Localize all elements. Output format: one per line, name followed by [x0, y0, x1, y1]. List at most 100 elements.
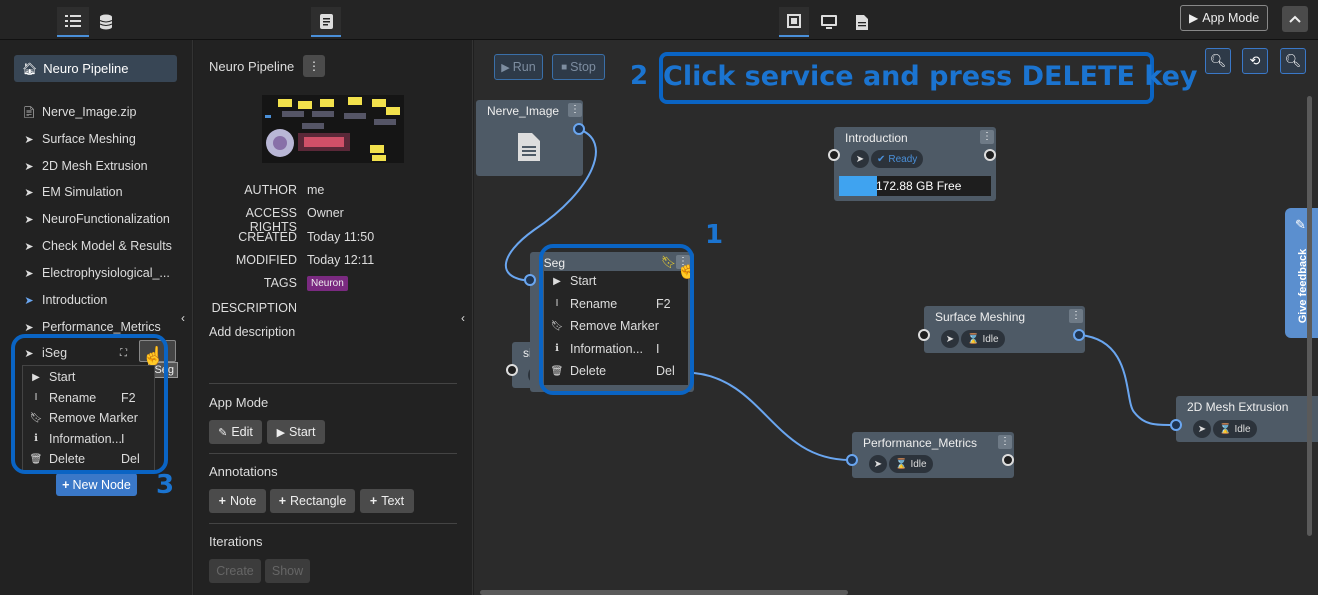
output-port[interactable]: [1073, 329, 1085, 341]
stop-button[interactable]: ■ Stop: [552, 54, 605, 80]
cursor-icon: ➤: [869, 455, 887, 473]
sidebar-item[interactable]: ➤ EM Simulation: [22, 182, 122, 202]
status-chip: ✔ Ready: [871, 150, 924, 168]
edit-label: Edit: [231, 425, 253, 439]
start-app-button[interactable]: ▶ Start: [267, 420, 325, 444]
study-info-tab[interactable]: [311, 7, 341, 37]
cursor-icon: ➤: [24, 294, 34, 307]
node-nerve-image[interactable]: Nerve_Image ⋮: [476, 100, 585, 176]
zoom-in-icon: 🔍︎: [1284, 53, 1302, 68]
database-view-button[interactable]: [92, 7, 120, 37]
give-feedback-tab[interactable]: ✎ Give feedback: [1285, 208, 1318, 338]
rectangle-label: Rectangle: [290, 494, 347, 508]
file-text-icon: [856, 14, 868, 30]
highlight-box-1: [539, 244, 694, 395]
collapse-mid-icon[interactable]: ‹: [461, 311, 465, 325]
output-port[interactable]: [1002, 454, 1014, 466]
app-view-button[interactable]: [814, 7, 844, 37]
node-2d-mesh-extrusion[interactable]: 2D Mesh Extrusion ➤ ⌛ Idle: [1170, 396, 1318, 442]
cursor-icon: ➤: [24, 321, 34, 334]
input-port[interactable]: [918, 329, 930, 341]
sidebar-item-label: NeuroFunctionalization: [42, 212, 170, 226]
app-mode-button[interactable]: ▶ App Mode: [1180, 5, 1269, 31]
output-port[interactable]: [984, 149, 996, 161]
node-menu-button[interactable]: ⋮: [1069, 309, 1083, 323]
vertical-scrollbar[interactable]: [1307, 96, 1312, 536]
sidebar-item[interactable]: ➤ Introduction: [22, 290, 107, 310]
sidebar-item[interactable]: ➤ 2D Mesh Extrusion: [22, 156, 148, 176]
connection-surface-mesh2d: [1079, 334, 1175, 426]
connection-iseg-perf: [693, 372, 851, 461]
input-port[interactable]: [524, 274, 536, 286]
input-port[interactable]: [1170, 419, 1182, 431]
run-button[interactable]: ▶ Run: [494, 54, 543, 80]
node-menu-button[interactable]: ⋮: [568, 103, 582, 117]
new-node-button[interactable]: + New Node: [56, 473, 137, 496]
tags-label: TAGS: [263, 276, 297, 290]
input-port[interactable]: [828, 149, 840, 161]
sidebar-item-label: Performance_Metrics: [42, 320, 161, 334]
cursor-icon: ➤: [24, 213, 34, 226]
zoom-out-button[interactable]: 🔍︎: [1205, 48, 1231, 74]
collapse-button[interactable]: [1282, 6, 1308, 32]
start-label: Start: [289, 425, 316, 439]
zoom-in-button[interactable]: 🔍︎: [1280, 48, 1306, 74]
edit-app-button[interactable]: ✎ Edit: [209, 420, 262, 444]
node-menu-button[interactable]: ⋮: [980, 130, 994, 144]
disk-usage-label: 172.88 GB Free: [876, 179, 962, 193]
node-title: Introduction: [845, 131, 908, 145]
logger-view-button[interactable]: [848, 7, 876, 37]
step-2-label: 2: [630, 61, 649, 91]
created-label: CREATED: [238, 230, 297, 244]
workbench-view-button[interactable]: [779, 7, 809, 37]
edit-icon: ✎: [218, 426, 228, 439]
output-port[interactable]: [573, 123, 585, 135]
sidebar-item[interactable]: ➤ NeuroFunctionalization: [22, 209, 170, 229]
show-iterations-button[interactable]: Show: [265, 559, 310, 583]
add-rectangle-button[interactable]: + Rectangle: [270, 489, 355, 513]
node-performance-metrics[interactable]: Performance_Metrics ⋮ ➤ ⌛ Idle: [846, 432, 1014, 478]
study-thumbnail: [262, 95, 404, 163]
node-title: Nerve_Image: [487, 104, 560, 118]
status-chip: ⌛ Idle: [961, 330, 1005, 348]
status-label: Idle: [1234, 423, 1251, 435]
workbench-canvas[interactable]: ▶ Run ■ Stop 2 Click service and press DEL…: [474, 40, 1318, 595]
create-iterations-button[interactable]: Create: [209, 559, 261, 583]
input-port[interactable]: [506, 364, 518, 376]
modified-value: Today 12:11: [307, 253, 375, 267]
sidebar-item[interactable]: ➤ Surface Meshing: [22, 129, 135, 149]
tag-badge[interactable]: Neuron: [307, 276, 348, 291]
study-root-item[interactable]: 🏠︎ Neuro Pipeline: [14, 55, 177, 82]
sidebar-item-label: 2D Mesh Extrusion: [42, 159, 148, 173]
disk-usage-fill: [839, 176, 877, 196]
collapse-left-icon[interactable]: ‹: [181, 311, 185, 325]
study-root-label: Neuro Pipeline: [43, 61, 129, 76]
study-info-panel: Neuro Pipeline ⋮ AUTHOR me ACCESS RIGHTS…: [194, 40, 473, 595]
plus-icon: +: [62, 477, 70, 492]
horizontal-scrollbar[interactable]: [480, 590, 848, 595]
sidebar-item[interactable]: ➤ Electrophysiological_...: [22, 263, 169, 283]
zoom-reset-button[interactable]: ⟲: [1242, 48, 1268, 74]
stop-icon: ■: [561, 61, 568, 73]
app-mode-heading: App Mode: [209, 395, 269, 410]
workbench-icon: [787, 14, 801, 28]
author-value: me: [307, 183, 325, 197]
cursor-icon: ➤: [24, 267, 34, 280]
sidebar-item[interactable]: 📄︎ Nerve_Image.zip: [22, 102, 136, 122]
nodes-tree-panel: 🏠︎ Neuro Pipeline 📄︎ Nerve_Image.zip ➤ Surf…: [0, 40, 193, 595]
author-label: AUTHOR: [244, 183, 297, 197]
node-menu-button[interactable]: ⋮: [998, 435, 1012, 449]
node-surface-meshing[interactable]: Surface Meshing ⋮ ➤ ⌛ Idle: [918, 306, 1085, 353]
add-text-button[interactable]: + Text: [360, 489, 414, 513]
note-label: Note: [229, 494, 257, 508]
disk-usage-bar: 172.88 GB Free: [839, 176, 991, 196]
add-description-link[interactable]: Add description: [209, 325, 295, 339]
list-view-button[interactable]: [57, 7, 89, 37]
cursor-icon: ➤: [24, 133, 34, 146]
step-1-label: 1: [705, 220, 724, 250]
study-menu-button[interactable]: ⋮: [303, 55, 325, 77]
sidebar-item[interactable]: ➤ Check Model & Results: [22, 236, 172, 256]
input-port[interactable]: [846, 454, 858, 466]
node-introduction[interactable]: Introduction ⋮ ➤ ✔ Ready 172.88 GB Free: [828, 127, 996, 201]
add-note-button[interactable]: + Note: [209, 489, 266, 513]
